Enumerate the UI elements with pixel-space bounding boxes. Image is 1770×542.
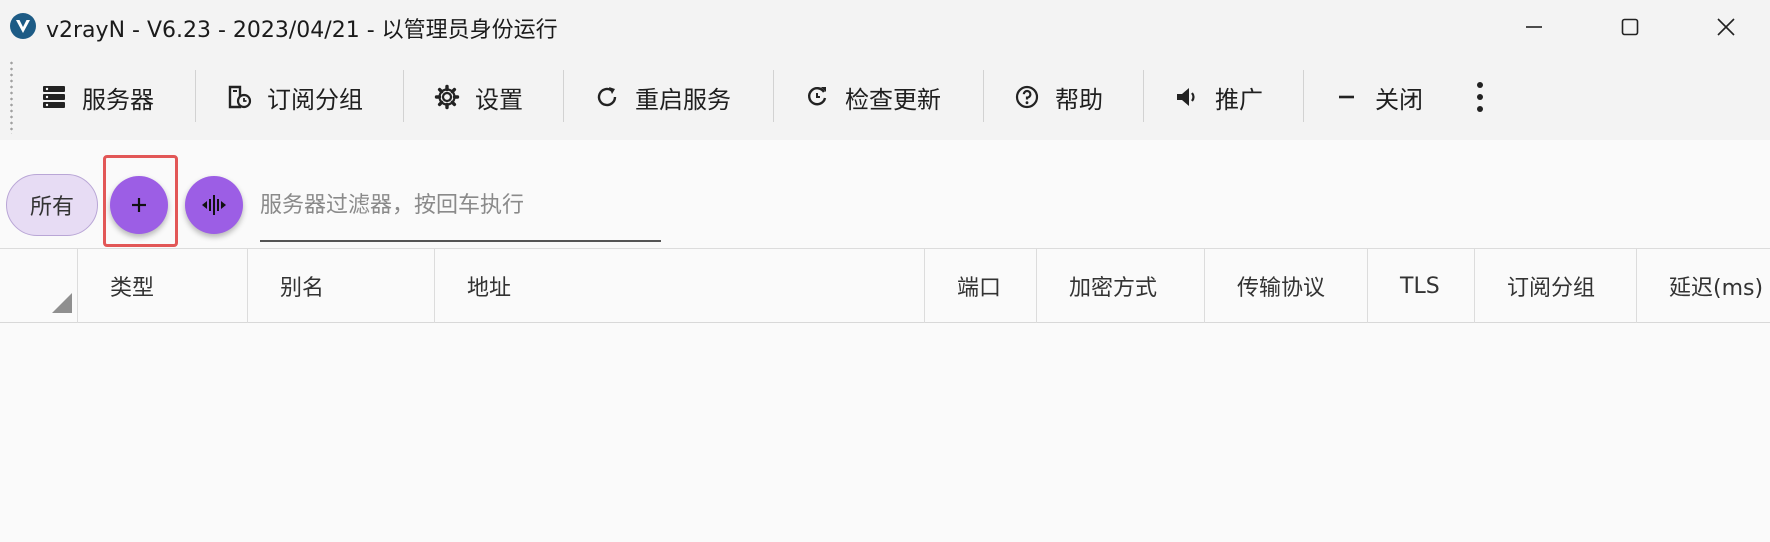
toolbar-restart-label: 重启服务 bbox=[635, 85, 731, 114]
window-title: v2rayN - V6.23 - 2023/04/21 - 以管理员身份运行 bbox=[46, 18, 558, 43]
column-header-tls[interactable]: TLS bbox=[1368, 249, 1475, 323]
toolbar-close-label: 关闭 bbox=[1375, 85, 1423, 114]
toolbar-server-button[interactable]: 服务器 bbox=[40, 54, 154, 140]
toolbar-server-label: 服务器 bbox=[82, 85, 154, 114]
toolbar-separator bbox=[403, 70, 404, 122]
toolbar-settings-button[interactable]: 设置 bbox=[433, 54, 523, 140]
column-header-subscription[interactable]: 订阅分组 bbox=[1475, 249, 1637, 323]
help-icon bbox=[1013, 83, 1041, 111]
toolbar-promote-label: 推广 bbox=[1215, 85, 1263, 114]
column-header-address[interactable]: 地址 bbox=[435, 249, 925, 323]
app-logo-icon bbox=[10, 13, 36, 39]
more-vertical-icon[interactable] bbox=[1470, 54, 1490, 140]
toolbar-separator bbox=[563, 70, 564, 122]
maximize-button[interactable] bbox=[1582, 0, 1678, 54]
select-all-icon bbox=[52, 293, 72, 313]
toolbar-close-button[interactable]: 关闭 bbox=[1333, 54, 1423, 140]
column-header-delay[interactable]: 延迟(ms) bbox=[1637, 249, 1770, 323]
filter-input-underline bbox=[260, 240, 661, 242]
toolbar-separator bbox=[773, 70, 774, 122]
title-bar: v2rayN - V6.23 - 2023/04/21 - 以管理员身份运行 bbox=[0, 0, 1770, 54]
toolbar-check-update-button[interactable]: 检查更新 bbox=[803, 54, 941, 140]
server-icon bbox=[40, 83, 68, 111]
select-all-corner[interactable] bbox=[0, 249, 78, 323]
column-header-port[interactable]: 端口 bbox=[925, 249, 1037, 323]
toolbar-check-update-label: 检查更新 bbox=[845, 85, 941, 114]
minus-icon bbox=[1333, 83, 1361, 111]
grid-header: 类型 别名 地址 端口 加密方式 传输协议 TLS 订阅分组 延迟(ms) bbox=[0, 249, 1770, 323]
column-header-alias[interactable]: 别名 bbox=[248, 249, 435, 323]
speaker-icon bbox=[1173, 83, 1201, 111]
toolbar-grip[interactable] bbox=[10, 60, 13, 134]
toolbar-separator bbox=[1303, 70, 1304, 122]
column-header-type[interactable]: 类型 bbox=[78, 249, 248, 323]
toolbar-subscription-label: 订阅分组 bbox=[267, 85, 363, 114]
toolbar-restart-button[interactable]: 重启服务 bbox=[593, 54, 731, 140]
minimize-button[interactable] bbox=[1486, 0, 1582, 54]
close-window-button[interactable] bbox=[1678, 0, 1770, 54]
server-grid[interactable]: 类型 别名 地址 端口 加密方式 传输协议 TLS 订阅分组 延迟(ms) bbox=[0, 248, 1770, 542]
main-toolbar: 服务器 订阅分组 设置 重启服务 检查更新 帮助 推广 关闭 bbox=[0, 54, 1770, 140]
toolbar-separator bbox=[1143, 70, 1144, 122]
split-columns-icon bbox=[202, 195, 226, 215]
server-filter-input[interactable] bbox=[260, 188, 660, 222]
toolbar-separator bbox=[983, 70, 984, 122]
subscription-group-icon bbox=[225, 83, 253, 111]
minimize-icon bbox=[1526, 26, 1542, 28]
toolbar-subscription-button[interactable]: 订阅分组 bbox=[225, 54, 363, 140]
close-icon bbox=[1717, 18, 1735, 36]
column-header-network[interactable]: 传输协议 bbox=[1205, 249, 1368, 323]
restart-icon bbox=[593, 83, 621, 111]
gear-icon bbox=[433, 83, 461, 111]
update-icon bbox=[803, 83, 831, 111]
highlight-annotation bbox=[103, 155, 178, 247]
toolbar-help-button[interactable]: 帮助 bbox=[1013, 54, 1103, 140]
toolbar-promote-button[interactable]: 推广 bbox=[1173, 54, 1263, 140]
toolbar-settings-label: 设置 bbox=[475, 85, 523, 114]
toolbar-separator bbox=[195, 70, 196, 122]
toolbar-help-label: 帮助 bbox=[1055, 85, 1103, 114]
split-view-button[interactable] bbox=[185, 176, 243, 234]
column-header-security[interactable]: 加密方式 bbox=[1037, 249, 1205, 323]
maximize-icon bbox=[1621, 18, 1639, 36]
group-chip-all[interactable]: 所有 bbox=[6, 174, 98, 236]
